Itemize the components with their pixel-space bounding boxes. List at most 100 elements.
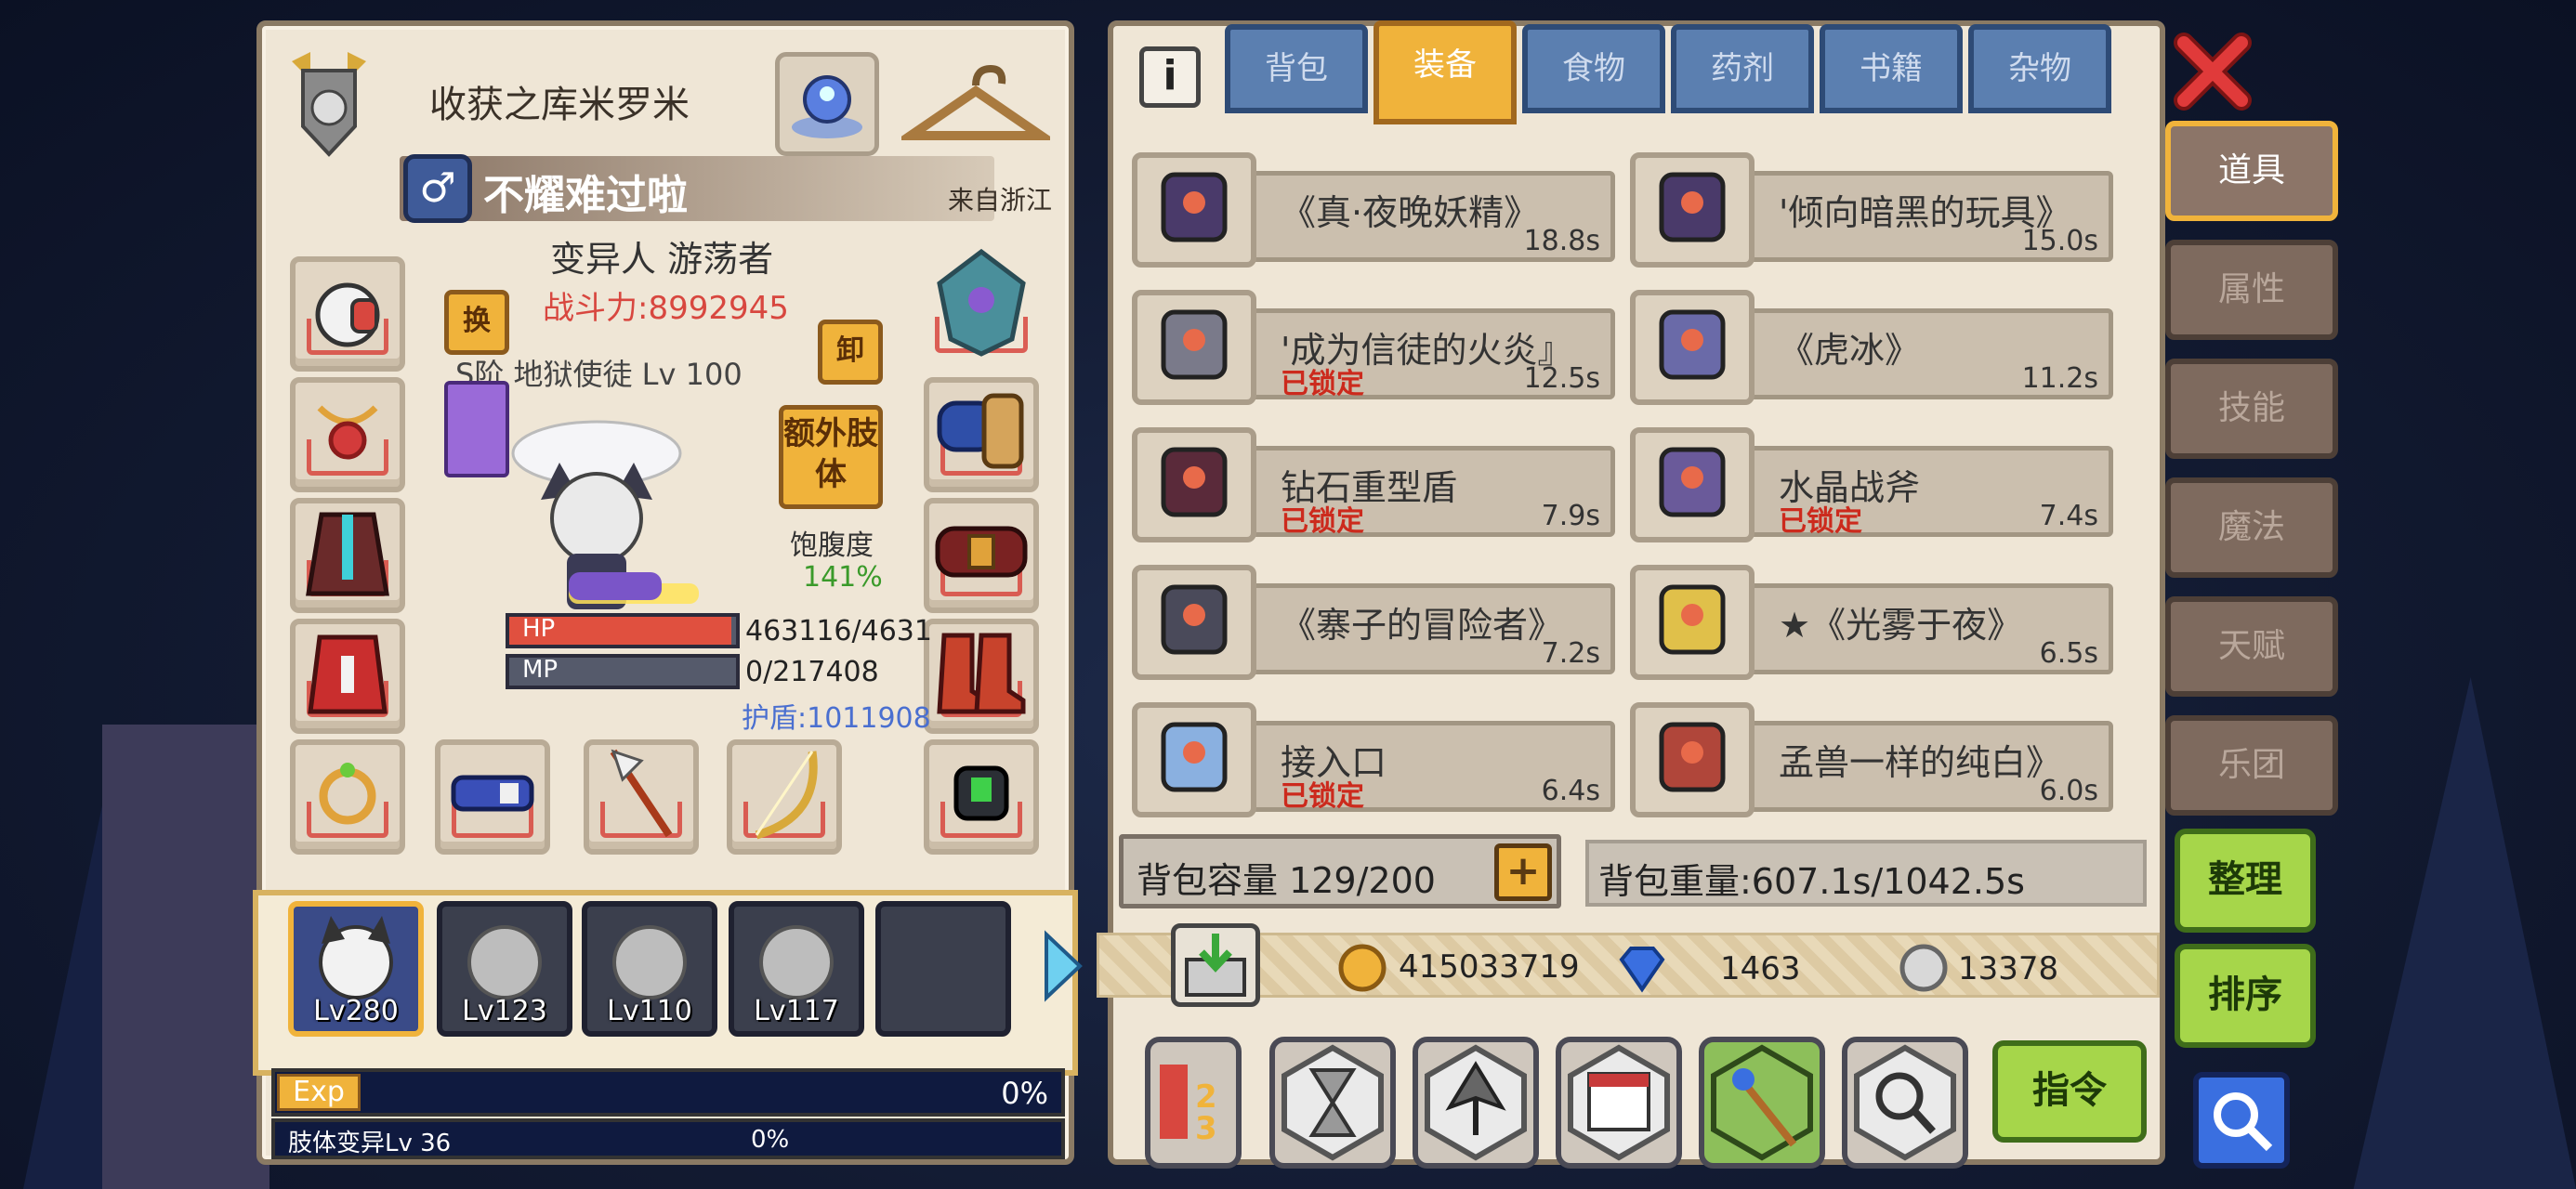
- equip-slot-cloak[interactable]: [290, 498, 405, 613]
- spade-icon: [1425, 1044, 1527, 1161]
- hanger-icon: [895, 64, 1057, 140]
- cloak-icon: [306, 512, 389, 596]
- helmet-icon: [315, 282, 380, 347]
- equip-slot-weapon[interactable]: [584, 739, 699, 855]
- tab-4[interactable]: 书籍: [1820, 24, 1963, 113]
- item-icon: [1630, 565, 1755, 680]
- hourglass-button[interactable]: [1269, 1037, 1396, 1169]
- info-button[interactable]: i: [1139, 46, 1201, 108]
- equip-slot-amulet[interactable]: [290, 377, 405, 492]
- team-member-3[interactable]: Lv110: [582, 901, 717, 1037]
- command-button[interactable]: 指令: [1992, 1040, 2147, 1143]
- orb-icon: [792, 75, 862, 138]
- team-next-arrow-icon[interactable]: [1039, 929, 1085, 1003]
- equip-slot-bow[interactable]: [727, 739, 842, 855]
- download-box-icon: [1185, 934, 1246, 997]
- team-member-1[interactable]: Lv280: [288, 901, 424, 1037]
- expand-bag-button[interactable]: +: [1494, 843, 1552, 901]
- svg-text:3: 3: [1195, 1110, 1217, 1147]
- mp-label: MP: [522, 656, 559, 684]
- bow-icon: [755, 750, 818, 839]
- equip-slot-device[interactable]: [924, 739, 1039, 855]
- organize-button[interactable]: 整理: [2175, 829, 2316, 933]
- bag-weight: 背包重量:607.1s/1042.5s: [1598, 861, 2025, 902]
- side-tab-1[interactable]: 属性: [2165, 240, 2338, 340]
- unequip-button[interactable]: 卸: [818, 320, 883, 385]
- exp-percent: 0%: [1001, 1076, 1048, 1111]
- team-member-empty[interactable]: [875, 901, 1011, 1037]
- inventory-item[interactable]: ★《光雾于夜》 6.5s: [1630, 559, 2113, 680]
- staff-icon: [1711, 1044, 1813, 1161]
- mp-bar: MP: [506, 654, 740, 689]
- team-member-2[interactable]: Lv123: [437, 901, 572, 1037]
- team-member-4[interactable]: Lv117: [729, 901, 864, 1037]
- equip-slot-helmet[interactable]: [290, 256, 405, 372]
- side-tab-5[interactable]: 乐团: [2165, 715, 2338, 816]
- equip-slot-ring[interactable]: [290, 739, 405, 855]
- book-button[interactable]: [1556, 1037, 1682, 1169]
- inventory-item[interactable]: 接入口 6.4s 已锁定: [1132, 697, 1615, 817]
- hp-label: HP: [522, 615, 556, 643]
- search-button[interactable]: [2193, 1072, 2290, 1169]
- side-tab-0[interactable]: 道具: [2165, 121, 2338, 221]
- search-icon: [2214, 1092, 2273, 1152]
- equip-slot-belt[interactable]: [924, 498, 1039, 613]
- item-weight: 6.5s: [2039, 637, 2098, 670]
- equip-slot-boots[interactable]: [924, 619, 1039, 734]
- extra-limb-button[interactable]: 额外肢体: [779, 405, 883, 509]
- hourglass-icon: [1281, 1044, 1384, 1161]
- item-icon: [1132, 152, 1256, 268]
- equip-slot-emblem[interactable]: [924, 248, 1039, 364]
- equip-slot-bracer[interactable]: [924, 377, 1039, 492]
- gold-coin-icon: [1338, 944, 1387, 992]
- number-button[interactable]: 23: [1145, 1037, 1242, 1169]
- inventory-item[interactable]: 水晶战斧 7.4s 已锁定: [1630, 422, 2113, 542]
- spade-button[interactable]: [1413, 1037, 1539, 1169]
- hanger-button[interactable]: [895, 54, 1057, 156]
- inventory-item[interactable]: 《寨子的冒险者》 7.2s: [1132, 559, 1615, 680]
- equip-slot-gun[interactable]: [435, 739, 550, 855]
- staff-button[interactable]: [1699, 1037, 1825, 1169]
- inventory-item[interactable]: '倾向暗黑的玩具》 15.0s: [1630, 147, 2113, 268]
- inventory-item[interactable]: 孟兽一样的纯白》 6.0s: [1630, 697, 2113, 817]
- exp-label: Exp: [277, 1074, 361, 1111]
- inventory-item[interactable]: 《真·夜晚妖精》 18.8s: [1132, 147, 1615, 268]
- team-level: Lv280: [313, 995, 399, 1027]
- team-level: Lv117: [754, 995, 839, 1027]
- equip-slot-armor[interactable]: [290, 619, 405, 734]
- sort-button[interactable]: 排序: [2175, 944, 2316, 1048]
- inventory-item[interactable]: 《虎冰》 11.2s: [1630, 284, 2113, 405]
- inventory-item[interactable]: 钻石重型盾 7.9s 已锁定: [1132, 422, 1615, 542]
- search-item-button[interactable]: [1842, 1037, 1968, 1169]
- satiety-label: 饱腹度: [790, 529, 874, 562]
- close-button[interactable]: [2171, 30, 2254, 113]
- orb-button[interactable]: [775, 52, 879, 156]
- item-icon: [1630, 702, 1755, 817]
- tab-2[interactable]: 食物: [1522, 24, 1665, 113]
- tab-5[interactable]: 杂物: [1968, 24, 2111, 113]
- side-tab-2[interactable]: 技能: [2165, 359, 2338, 459]
- item-icon: [1132, 702, 1256, 817]
- exp-bar: Exp 0%: [271, 1068, 1065, 1117]
- gold-amount: 415033719: [1399, 948, 1580, 986]
- tab-0[interactable]: 背包: [1225, 24, 1368, 113]
- bracer-icon: [937, 393, 1024, 469]
- swap-button[interactable]: 换: [444, 290, 509, 355]
- side-tab-4[interactable]: 天赋: [2165, 596, 2338, 697]
- item-icon: [1132, 427, 1256, 542]
- side-tab-3[interactable]: 魔法: [2165, 477, 2338, 578]
- character-sprite: [476, 398, 717, 630]
- inventory-item[interactable]: '成为信徒的火炎』 12.5s 已锁定: [1132, 284, 1615, 405]
- tab-1[interactable]: 装备: [1373, 20, 1517, 124]
- book-icon: [1568, 1044, 1670, 1161]
- inventory-panel: i 《真·夜晚妖精》 18.8s '倾向暗黑的玩具》 15.0s '成为信徒的火炎』 12…: [1097, 20, 2165, 1169]
- item-icon: [1630, 290, 1755, 405]
- gender-male-icon: ♂: [403, 154, 472, 223]
- storage-button[interactable]: [1171, 923, 1260, 1007]
- diamond-icon: [1619, 947, 1665, 993]
- limb-bar: 肢体变异Lv 36 0%: [271, 1118, 1065, 1159]
- tab-3[interactable]: 药剂: [1671, 24, 1814, 113]
- silver-coin-icon: [1899, 944, 1948, 992]
- close-icon: [2174, 33, 2252, 111]
- silver-amount: 13378: [1958, 950, 2059, 987]
